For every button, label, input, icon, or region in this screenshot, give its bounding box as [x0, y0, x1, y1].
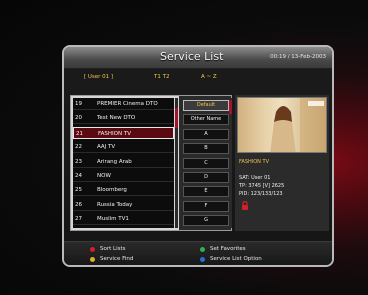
channel-row[interactable]: 24 NOW [73, 170, 174, 182]
channel-row[interactable]: 21 FASHION TV [73, 126, 174, 139]
channel-list-scroll-thumb[interactable] [175, 108, 178, 128]
sort-option-button[interactable]: C [183, 157, 229, 169]
channel-row[interactable]: 23 Arirang Arab [73, 156, 174, 168]
channel-name: Muslim TV1 [97, 216, 129, 223]
window-title: Service List [160, 50, 224, 63]
channel-number: 24 [75, 173, 82, 179]
channel-row[interactable]: 19 PREMIER Cinema DTO [73, 98, 174, 110]
service-list-window: Service List 00:19 / 13-Feb-2003 [ User … [62, 45, 334, 267]
hint-service-list-option: Service List Option [210, 256, 262, 262]
hint-set-favorites: Set Favorites [210, 246, 246, 252]
info-tp: TP: 3745 [V] 2625 [239, 183, 285, 189]
sort-option-button[interactable]: F [183, 200, 229, 212]
tab-user[interactable]: [ User 01 ] [84, 74, 113, 80]
channel-name: Bloomberg [97, 187, 127, 194]
info-channel-name: FASHION TV [239, 159, 269, 165]
info-pid: PID: 123/133/123 [239, 191, 283, 197]
sort-options-scroll-thumb[interactable] [229, 100, 232, 114]
channel-list: 19 PREMIER Cinema DTO 20 Test New DTO 21 FASH… [73, 98, 174, 228]
tab-t1t2[interactable]: T1 T2 [154, 74, 169, 80]
channel-row[interactable]: 20 Test New DTO [73, 112, 174, 125]
sort-option-button[interactable]: D [183, 172, 229, 183]
channel-number: 25 [75, 187, 82, 194]
red-key-icon [90, 247, 95, 252]
channel-list-box: 19 PREMIER Cinema DTO 20 Test New DTO 21 FASH… [70, 95, 232, 231]
channel-number: 20 [75, 115, 82, 122]
sort-option-button[interactable]: B [183, 143, 229, 155]
channel-name: NOW [97, 173, 111, 179]
yellow-key-icon [90, 257, 95, 262]
channel-number: 26 [75, 201, 82, 208]
info-sat: SAT: User 01 [239, 175, 271, 181]
channel-row[interactable]: 22 AAJ TV [73, 141, 174, 154]
channel-name: Test New DTO [97, 115, 136, 122]
video-preview [237, 97, 327, 153]
channel-name: Russia Today [97, 201, 133, 208]
channel-row[interactable]: 26 Russia Today [73, 199, 174, 211]
title-bar: Service List 00:19 / 13-Feb-2003 [64, 47, 332, 69]
channel-row[interactable]: 25 Bloomberg [73, 184, 174, 197]
channel-number: 19 [75, 101, 82, 107]
hint-bar: Sort Lists Set Favorites Service Find Se… [64, 241, 332, 265]
channel-number: 23 [75, 158, 82, 165]
channel-number: 22 [75, 144, 82, 151]
channel-name: PREMIER Cinema DTO [97, 101, 158, 107]
preview-panel: FASHION TV SAT: User 01 TP: 3745 [V] 262… [235, 95, 329, 231]
sort-option-button[interactable]: Other Name [183, 114, 229, 126]
tab-a-z[interactable]: A ~ Z [201, 74, 217, 80]
filter-tabs: [ User 01 ] T1 T2 A ~ Z [64, 71, 332, 85]
channel-name: Arirang Arab [97, 158, 132, 165]
hint-service-find: Service Find [100, 256, 134, 262]
clock: 00:19 / 13-Feb-2003 [270, 54, 326, 60]
channel-number: 21 [76, 130, 83, 137]
channel-list-scrollbar[interactable] [175, 98, 178, 228]
sort-option-button[interactable]: Default [183, 100, 229, 111]
sort-options-column: Default Other Name A B C D E F G [179, 96, 231, 230]
sort-option-button[interactable]: A [183, 128, 229, 140]
sort-options-scrollbar[interactable] [229, 98, 232, 228]
hint-sort-lists: Sort Lists [100, 246, 126, 252]
sort-option-button[interactable]: E [183, 186, 229, 198]
channel-number: 27 [75, 216, 82, 223]
green-key-icon [200, 247, 205, 252]
channel-row[interactable]: 27 Muslim TV1 [73, 213, 174, 226]
blue-key-icon [200, 257, 205, 262]
channel-name: AAJ TV [97, 144, 116, 151]
channel-name: FASHION TV [98, 130, 131, 137]
sort-option-button[interactable]: G [183, 215, 229, 227]
lock-icon [242, 201, 248, 210]
